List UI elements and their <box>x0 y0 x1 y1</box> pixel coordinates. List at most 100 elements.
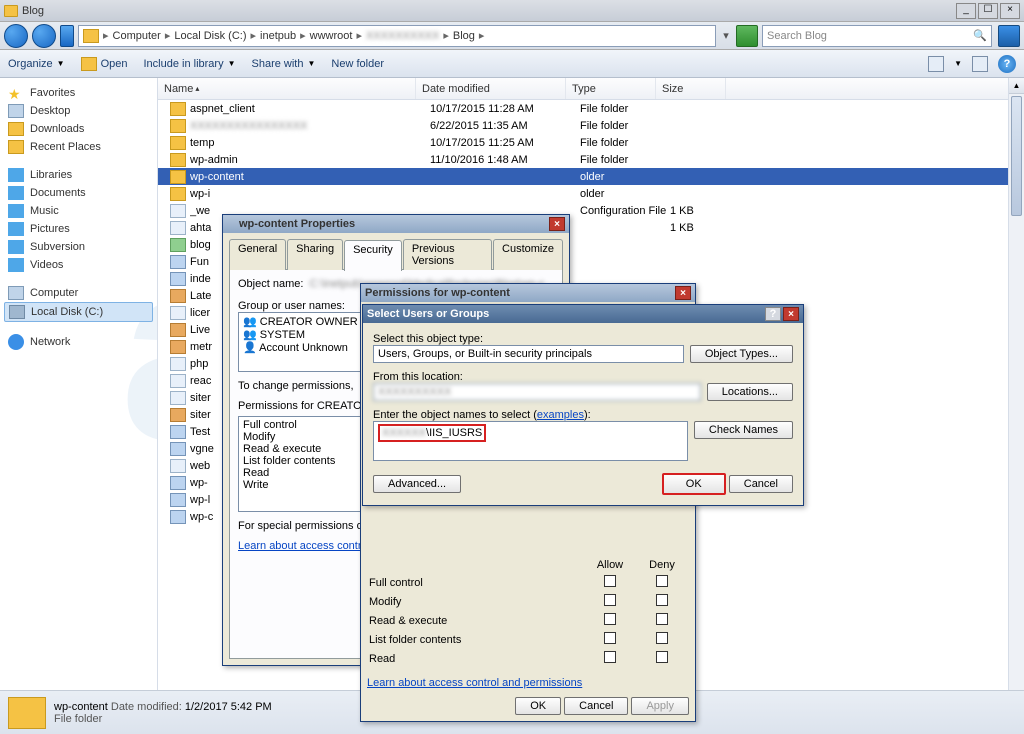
maximize-button[interactable]: ☐ <box>978 3 998 19</box>
nav-network[interactable]: Network <box>4 332 153 352</box>
history-dropdown[interactable] <box>60 25 74 47</box>
col-name[interactable]: Name ▴ <box>158 78 416 99</box>
new-folder-button[interactable]: New folder <box>331 58 384 70</box>
cancel-button[interactable]: Cancel <box>729 475 793 493</box>
breadcrumb-segment[interactable]: XXXXXXXXXX <box>366 30 439 42</box>
allow-checkbox[interactable] <box>604 651 616 663</box>
check-names-button[interactable]: Check Names <box>694 421 793 439</box>
nav-videos[interactable]: Videos <box>4 256 153 274</box>
file-type: File folder <box>580 120 670 132</box>
help-button[interactable]: ? <box>998 55 1016 73</box>
file-row[interactable]: aspnet_client10/17/2015 11:28 AMFile fol… <box>158 100 1024 117</box>
nav-recent[interactable]: Recent Places <box>4 138 153 156</box>
breadcrumb-segment[interactable]: wwwroot <box>310 30 353 42</box>
help-button[interactable]: ? <box>765 307 781 321</box>
nav-libraries[interactable]: Libraries <box>4 166 153 184</box>
file-row[interactable]: wp-contentolder <box>158 168 1024 185</box>
deny-checkbox[interactable] <box>656 575 668 587</box>
network-icon <box>8 334 24 350</box>
breadcrumb-segment[interactable]: Computer <box>113 30 161 42</box>
dialog-titlebar[interactable]: Select Users or Groups ? × <box>363 305 803 323</box>
address-bar[interactable]: ▸ Computer▸ Local Disk (C:)▸ inetpub▸ ww… <box>78 25 716 47</box>
file-row[interactable]: wp-admin11/10/2016 1:48 AMFile folder <box>158 151 1024 168</box>
dialog-titlebar[interactable]: Permissions for wp-content × <box>361 284 695 302</box>
preview-pane-button[interactable] <box>972 56 988 72</box>
deny-checkbox[interactable] <box>656 613 668 625</box>
close-button[interactable]: × <box>783 307 799 321</box>
object-names-field[interactable]: XXXXXX\IIS_IUSRS <box>373 421 688 461</box>
tab-sharing[interactable]: Sharing <box>287 239 343 270</box>
deny-checkbox[interactable] <box>656 594 668 606</box>
library-icon <box>8 168 24 182</box>
file-icon <box>170 255 186 269</box>
file-name: aspnet_client <box>190 103 430 115</box>
object-types-button[interactable]: Object Types... <box>690 345 793 363</box>
status-name: wp-content <box>54 701 108 713</box>
breadcrumb-segment[interactable]: Blog <box>453 30 475 42</box>
tab-general[interactable]: General <box>229 239 286 270</box>
file-row[interactable]: temp10/17/2015 11:25 AMFile folder <box>158 134 1024 151</box>
minimize-button[interactable]: _ <box>956 3 976 19</box>
view-options-button[interactable] <box>928 56 944 72</box>
allow-checkbox[interactable] <box>604 575 616 587</box>
navigation-bar: ▸ Computer▸ Local Disk (C:)▸ inetpub▸ ww… <box>0 22 1024 50</box>
examples-link[interactable]: examples <box>537 409 584 421</box>
deny-checkbox[interactable] <box>656 632 668 644</box>
file-row[interactable]: XXXXXXXXXXXXXXXX6/22/2015 11:35 AMFile f… <box>158 117 1024 134</box>
open-button[interactable]: Open <box>81 57 128 71</box>
file-type: File folder <box>580 103 670 115</box>
organize-button[interactable]: Organize ▼ <box>8 58 65 70</box>
back-button[interactable] <box>4 24 28 48</box>
file-icon <box>170 391 186 405</box>
tab-customize[interactable]: Customize <box>493 239 563 270</box>
nav-music[interactable]: Music <box>4 202 153 220</box>
nav-computer[interactable]: Computer <box>4 284 153 302</box>
share-with-button[interactable]: Share with ▼ <box>252 58 316 70</box>
nav-pictures[interactable]: Pictures <box>4 220 153 238</box>
nav-local-disk[interactable]: Local Disk (C:) <box>4 302 153 322</box>
ok-button[interactable]: OK <box>662 473 726 495</box>
file-row[interactable]: wp-iolder <box>158 185 1024 202</box>
file-name: XXXXXXXXXXXXXXXX <box>190 120 430 132</box>
tab-security[interactable]: Security <box>344 240 402 271</box>
forward-button[interactable] <box>32 24 56 48</box>
cancel-button[interactable]: Cancel <box>564 697 628 715</box>
col-type[interactable]: Type <box>566 78 656 99</box>
allow-checkbox[interactable] <box>604 632 616 644</box>
allow-checkbox[interactable] <box>604 613 616 625</box>
locations-button[interactable]: Locations... <box>707 383 793 401</box>
breadcrumb-segment[interactable]: Local Disk (C:) <box>174 30 246 42</box>
include-in-library-button[interactable]: Include in library ▼ <box>143 58 235 70</box>
breadcrumb-segment[interactable]: inetpub <box>260 30 296 42</box>
vertical-scrollbar[interactable]: ▲ <box>1008 78 1024 690</box>
tab-previous-versions[interactable]: Previous Versions <box>403 239 492 270</box>
chevron-down-icon[interactable]: ▼ <box>954 59 962 68</box>
refresh-button[interactable] <box>736 25 758 47</box>
close-button[interactable]: × <box>1000 3 1020 19</box>
file-icon <box>170 221 186 235</box>
nav-desktop[interactable]: Desktop <box>4 102 153 120</box>
close-button[interactable]: × <box>549 217 565 231</box>
file-type: File folder <box>580 154 670 166</box>
col-date[interactable]: Date modified <box>416 78 566 99</box>
nav-downloads[interactable]: Downloads <box>4 120 153 138</box>
nav-documents[interactable]: Documents <box>4 184 153 202</box>
search-input[interactable]: Search Blog 🔍 <box>762 25 992 47</box>
nav-favorites[interactable]: ★Favorites <box>4 84 153 102</box>
col-size[interactable]: Size <box>656 78 726 99</box>
deny-checkbox[interactable] <box>656 651 668 663</box>
learn-access-link[interactable]: Learn about access control and permissio… <box>367 677 582 689</box>
close-button[interactable]: × <box>675 286 691 300</box>
chevron-down-icon[interactable]: ▾ <box>720 29 732 42</box>
nav-subversion[interactable]: Subversion <box>4 238 153 256</box>
apply-button[interactable]: Apply <box>631 697 689 715</box>
scroll-up-button[interactable]: ▲ <box>1009 78 1024 94</box>
allow-checkbox[interactable] <box>604 594 616 606</box>
scroll-thumb[interactable] <box>1011 96 1022 216</box>
advanced-button[interactable]: Advanced... <box>373 475 461 493</box>
file-icon <box>170 306 186 320</box>
dialog-titlebar[interactable]: wp-content Properties × <box>223 215 569 233</box>
file-name: temp <box>190 137 430 149</box>
ok-button[interactable]: OK <box>515 697 561 715</box>
search-button[interactable] <box>998 25 1020 47</box>
